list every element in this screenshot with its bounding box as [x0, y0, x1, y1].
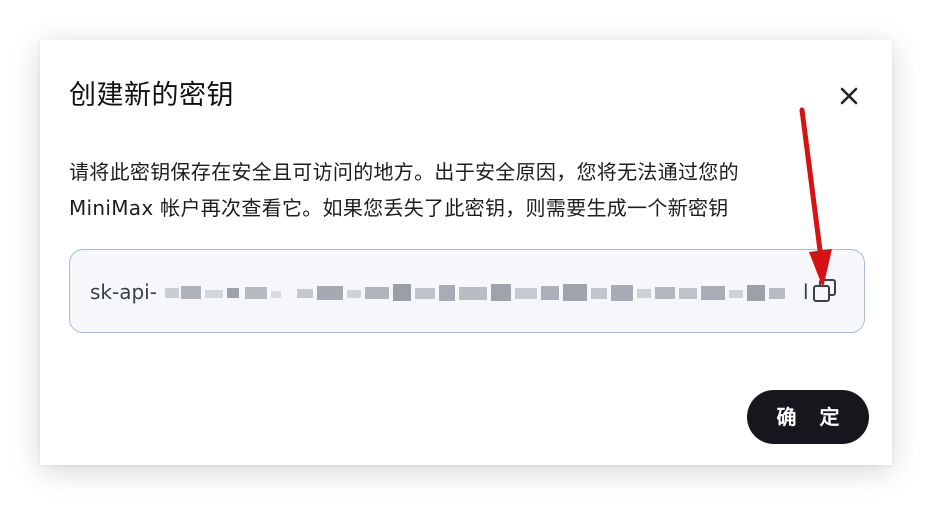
screen: 创建新的密钥 请将此密钥保存在安全且可访问的地方。出于安全原因，您将无法通过您的… — [0, 0, 932, 506]
copy-button[interactable] — [810, 276, 840, 306]
close-icon — [840, 87, 858, 105]
dialog-title: 创建新的密钥 — [69, 80, 234, 111]
confirm-button[interactable]: 确 定 — [747, 390, 869, 444]
copy-icon — [813, 279, 836, 302]
api-key-last-char: l — [803, 280, 809, 304]
description-line-1: 请将此密钥保存在安全且可访问的地方。出于安全原因，您将无法通过您的 — [69, 160, 739, 184]
create-key-dialog: 创建新的密钥 请将此密钥保存在安全且可访问的地方。出于安全原因，您将无法通过您的… — [40, 40, 892, 465]
api-key-blurred-value — [165, 284, 785, 301]
api-key-prefix: sk-api- — [90, 280, 157, 304]
dialog-description: 请将此密钥保存在安全且可访问的地方。出于安全原因，您将无法通过您的 MiniMa… — [69, 154, 869, 226]
description-line-2: MiniMax 帐户再次查看它。如果您丢失了此密钥，则需要生成一个新密钥 — [69, 196, 729, 220]
api-key-field[interactable]: sk-api- l — [69, 249, 865, 333]
close-button[interactable] — [835, 82, 863, 110]
